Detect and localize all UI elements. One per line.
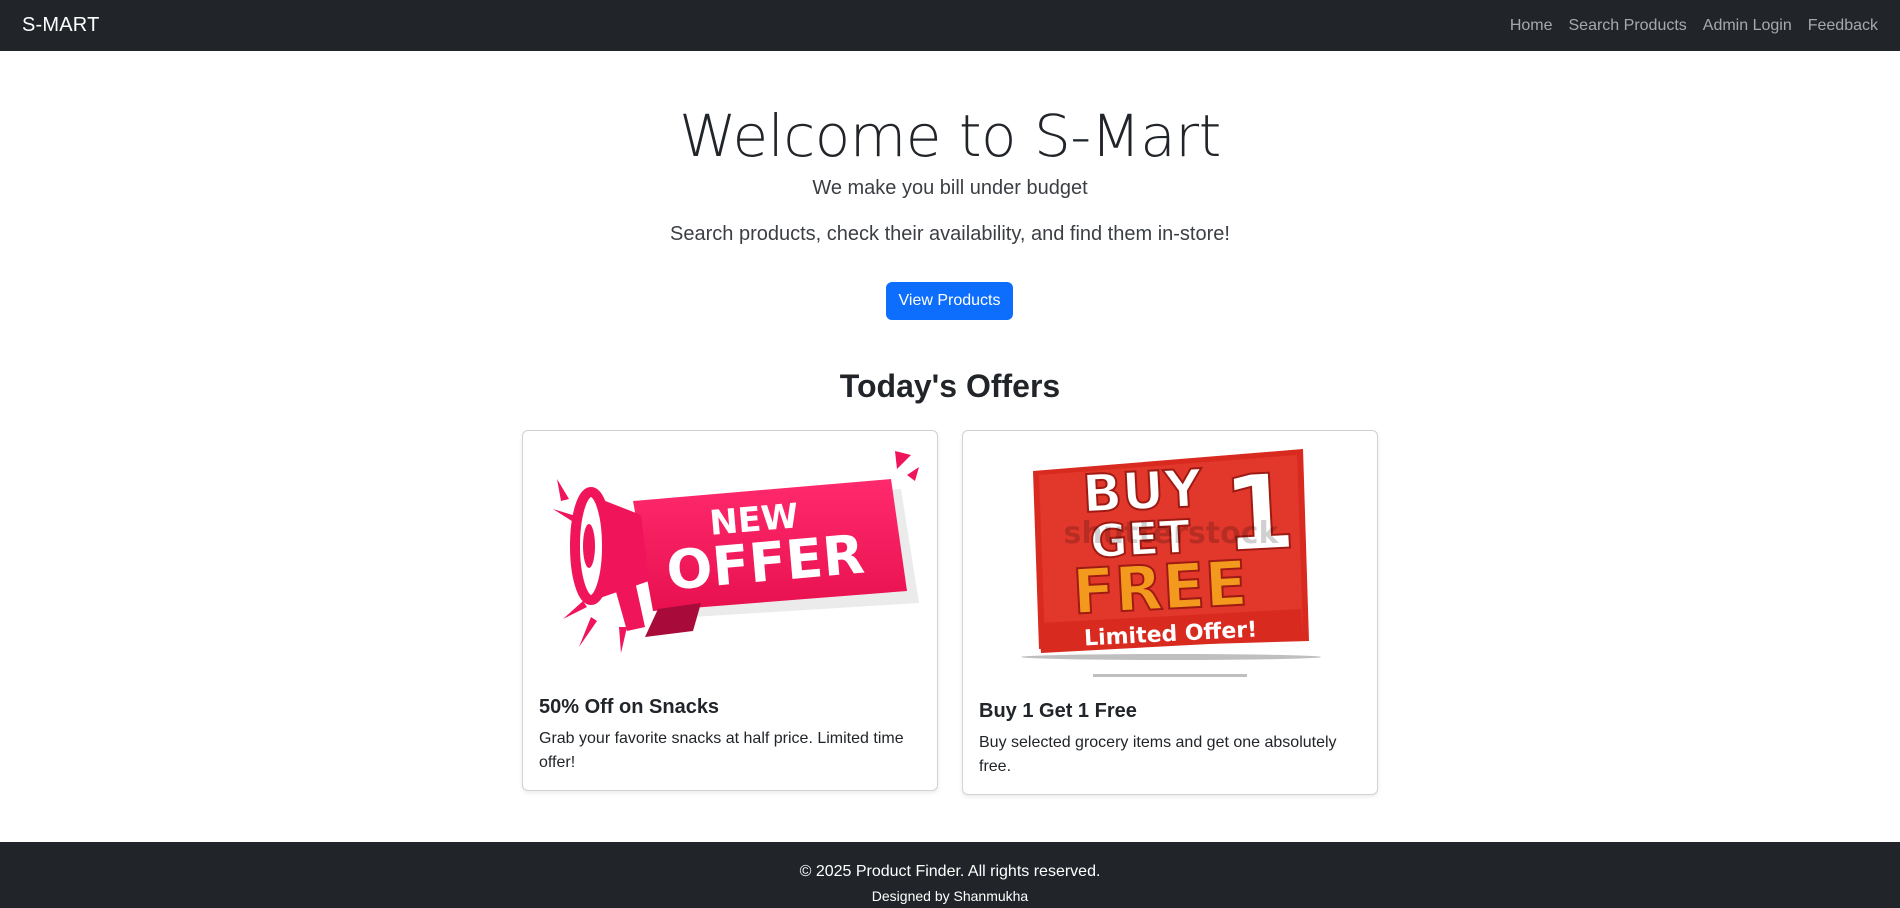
offers-heading: Today's Offers bbox=[839, 368, 1061, 404]
offer-card-snacks: NEW OFFER 50% Off on Snacks Grab your fa… bbox=[522, 430, 938, 791]
footer-credit: Designed by Shanmukha bbox=[871, 888, 1029, 904]
view-products-button[interactable]: View Products bbox=[886, 282, 1013, 320]
shutterstock-watermark: shutterstock bbox=[1064, 516, 1280, 551]
brand-logo[interactable]: S-MART bbox=[22, 14, 100, 37]
card-body: 50% Off on Snacks Grab your favorite sna… bbox=[539, 694, 921, 775]
card-body: Buy 1 Get 1 Free Buy selected grocery it… bbox=[979, 698, 1361, 779]
card-title: Buy 1 Get 1 Free bbox=[979, 700, 1137, 722]
card-title: 50% Off on Snacks bbox=[539, 696, 720, 718]
hero-section: Welcome to S-Mart We make you bill under… bbox=[0, 51, 1900, 247]
new-offer-image: NEW OFFER bbox=[553, 451, 919, 653]
hero-title: Welcome to S-Mart bbox=[679, 102, 1221, 170]
buy-one-get-one-image: BUY GET 1 FREE shutterstock Limited Offe… bbox=[1021, 449, 1321, 677]
footer-copyright: © 2025 Product Finder. All rights reserv… bbox=[799, 863, 1101, 880]
top-navbar: S-MART Home Search Products Admin Login … bbox=[0, 0, 1900, 51]
nav-links: Home Search Products Admin Login Feedbac… bbox=[1494, 17, 1878, 35]
card-text: Grab your favorite snacks at half price.… bbox=[539, 730, 904, 771]
footer: © 2025 Product Finder. All rights reserv… bbox=[0, 842, 1900, 908]
nav-link-admin-login[interactable]: Admin Login bbox=[1703, 17, 1792, 35]
hero-tagline: We make you bill under budget bbox=[812, 177, 1088, 199]
card-text: Buy selected grocery items and get one a… bbox=[979, 734, 1337, 775]
nav-link-feedback[interactable]: Feedback bbox=[1808, 17, 1878, 35]
hero-lead: Search products, check their availabilit… bbox=[670, 223, 1230, 245]
nav-link-home[interactable]: Home bbox=[1510, 17, 1553, 35]
offer-card-bogo: BUY GET 1 FREE shutterstock Limited Offe… bbox=[962, 430, 1378, 795]
nav-link-search-products[interactable]: Search Products bbox=[1569, 17, 1687, 35]
